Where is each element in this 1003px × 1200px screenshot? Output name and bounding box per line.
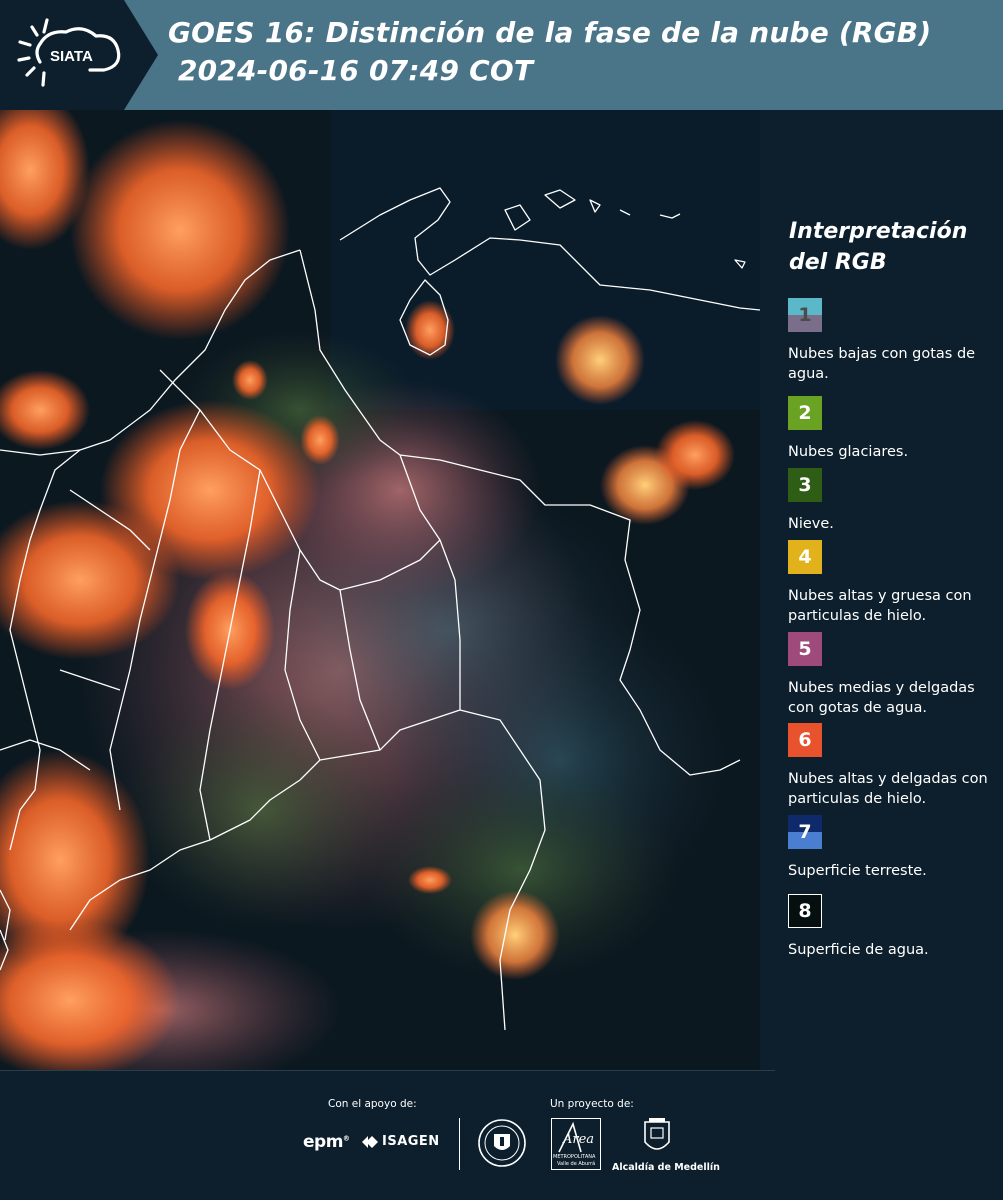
- area-metropolitana-logo: Área METROPOLITANA Valle de Aburrá: [551, 1118, 601, 1174]
- footer-divider: [0, 1070, 775, 1071]
- legend-item-1: 1 Nubes bajas con gotas de agua.: [788, 298, 1000, 384]
- legend-number-7: 7: [798, 821, 812, 843]
- legend-item-5: 5 Nubes medias y delgadas con gotas de a…: [788, 632, 1000, 718]
- legend-number-2: 2: [798, 402, 812, 424]
- legend-swatch-2: 2: [788, 396, 822, 430]
- legend-number-6: 6: [798, 729, 812, 751]
- legend-label-7: Superficie terreste.: [788, 863, 927, 879]
- footer: Con el apoyo de: Un proyecto de: epm® IS…: [0, 1070, 1003, 1200]
- legend-swatch-8: 8: [788, 894, 822, 928]
- medellin-crest-icon: [644, 1118, 670, 1150]
- epm-logo: epm®: [303, 1132, 350, 1152]
- legend-item-6: 6 Nubes altas y delgadas con particulas …: [788, 723, 1000, 809]
- project-caption: Un proyecto de:: [550, 1098, 634, 1110]
- legend-swatch-3: 3: [788, 468, 822, 502]
- legend-item-2: 2 Nubes glaciares.: [788, 396, 1000, 462]
- legend-label-4: Nubes altas y gruesa con particulas de h…: [788, 588, 972, 624]
- legend-label-6: Nubes altas y delgadas con particulas de…: [788, 771, 988, 807]
- legend-number-1: 1: [798, 304, 812, 326]
- legend-title: Interpretación del RGB: [789, 219, 968, 275]
- support-caption: Con el apoyo de:: [328, 1098, 417, 1110]
- legend-item-4: 4 Nubes altas y gruesa con particulas de…: [788, 540, 1000, 626]
- isagen-logo: ISAGEN: [362, 1134, 440, 1149]
- legend-swatch-5: 5: [788, 632, 822, 666]
- legend-item-3: 3 Nieve.: [788, 468, 1000, 534]
- legend-swatch-4: 4: [788, 540, 822, 574]
- isagen-mark-icon: [362, 1135, 378, 1148]
- legend-label-5: Nubes medias y delgadas con gotas de agu…: [788, 680, 975, 716]
- footer-separator: [459, 1118, 460, 1170]
- legend-panel: Interpretación del RGB 1 Nubes bajas con…: [760, 110, 1003, 1070]
- alcaldia-logo: Alcaldía de Medellín: [612, 1118, 720, 1173]
- siata-logo: SIATA: [0, 0, 158, 110]
- area-logo-subtext2: Valle de Aburrá: [557, 1161, 596, 1167]
- page-title: GOES 16: Distinción de la fase de la nub…: [168, 16, 932, 87]
- legend-number-8: 8: [798, 900, 812, 922]
- epm-logo-text: epm: [303, 1132, 343, 1152]
- legend-label-1: Nubes bajas con gotas de agua.: [788, 346, 976, 382]
- legend-label-8: Superficie de agua.: [788, 942, 929, 958]
- legend-swatch-6: 6: [788, 723, 822, 757]
- legend-label-2: Nubes glaciares.: [788, 444, 909, 460]
- legend-item-7: 7 Superficie terreste.: [788, 815, 1000, 881]
- alcaldia-logo-text: Alcaldía de Medellín: [612, 1162, 720, 1173]
- isagen-logo-text: ISAGEN: [382, 1134, 440, 1149]
- header-bar: SIATA GOES 16: Distinción de la fase de …: [0, 0, 1003, 110]
- legend-number-4: 4: [798, 546, 812, 568]
- area-logo-subtext: METROPOLITANA: [553, 1154, 596, 1160]
- legend-number-5: 5: [798, 638, 812, 660]
- satellite-map: [0, 110, 760, 1070]
- area-logo-text: Área: [563, 1132, 595, 1147]
- legend-swatch-1: 1: [788, 298, 822, 332]
- university-seal-logo: [477, 1118, 527, 1172]
- legend-item-8: 8 Superficie de agua.: [788, 894, 1000, 960]
- legend-swatch-7: 7: [788, 815, 822, 849]
- legend-number-3: 3: [798, 474, 812, 496]
- legend-label-3: Nieve.: [788, 516, 834, 532]
- siata-logo-text: SIATA: [50, 48, 93, 65]
